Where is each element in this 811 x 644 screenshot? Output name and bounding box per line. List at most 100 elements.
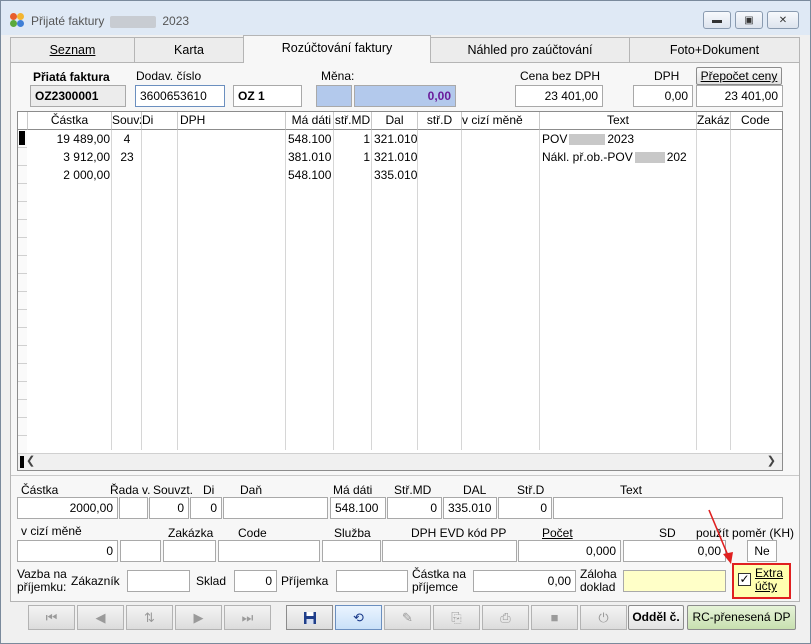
cell-di[interactable]	[142, 148, 178, 166]
row-selector[interactable]	[18, 382, 27, 400]
cell-cc-md[interactable]: 1	[334, 130, 372, 148]
detail-foreign-field[interactable]: 0	[17, 540, 118, 562]
save-icon[interactable]	[286, 605, 333, 630]
cell-di[interactable]	[142, 166, 178, 184]
detail-count-field[interactable]: 0,000	[518, 540, 621, 562]
copy-icon[interactable]: ⎘	[433, 605, 480, 630]
reverse-charge-button[interactable]: RC-přenesená DP	[687, 605, 796, 630]
detail-cc-md-field[interactable]: 0	[387, 497, 442, 519]
extra-accounts-checkbox[interactable]: ✓	[738, 573, 751, 586]
col-header-debit[interactable]: Má dáti	[286, 112, 334, 130]
cell-souvz[interactable]: 4	[112, 130, 142, 148]
cell-text[interactable]: Nákl. př.ob.-POV 202	[540, 148, 697, 166]
row-selector[interactable]	[18, 292, 27, 310]
previous-record-icon[interactable]: ◀	[77, 605, 124, 630]
detail-receipt-field[interactable]	[336, 570, 408, 592]
detail-foreign-currency-field[interactable]	[120, 540, 161, 562]
col-header-di[interactable]: Di	[142, 112, 178, 130]
detail-receipt-amount-field[interactable]: 0,00	[473, 570, 576, 592]
cell-di[interactable]	[142, 130, 178, 148]
cell-debit[interactable]: 548.100	[286, 130, 334, 148]
row-selector[interactable]	[18, 310, 27, 328]
col-header-dph[interactable]: DPH	[178, 112, 286, 130]
row-selector[interactable]	[18, 202, 27, 220]
detail-di-field[interactable]: 0	[190, 497, 222, 519]
col-header-code[interactable]: Code	[731, 112, 782, 130]
cell-souvz[interactable]: 23	[112, 148, 142, 166]
tab-rozuctovani[interactable]: Rozúčtování faktury	[243, 35, 431, 63]
tab-nahled[interactable]: Náhled pro zaúčtování	[430, 37, 630, 62]
cell-cc-d[interactable]	[418, 148, 462, 166]
col-header-souvz[interactable]: Souvz	[112, 112, 142, 130]
cell-cc-d[interactable]	[418, 130, 462, 148]
detail-code-field[interactable]	[218, 540, 320, 562]
detail-credit-field[interactable]: 335.010	[443, 497, 497, 519]
cell-cc-d[interactable]	[418, 166, 462, 184]
cell-foreign[interactable]	[462, 130, 540, 148]
detail-warehouse-field[interactable]: 0	[234, 570, 277, 592]
cell-credit[interactable]: 321.010	[372, 130, 418, 148]
row-selector[interactable]	[18, 256, 27, 274]
row-selector[interactable]	[18, 184, 27, 202]
detail-amount-field[interactable]: 2000,00	[17, 497, 118, 519]
row-selector[interactable]	[18, 328, 27, 346]
cell-amount[interactable]: 3 912,00	[28, 148, 112, 166]
recalc-price-button[interactable]: Přepočet ceny	[696, 67, 782, 85]
tab-karta[interactable]: Karta	[134, 37, 244, 62]
delete-record-icon[interactable]: ✎	[384, 605, 431, 630]
print-icon[interactable]: ⎙	[482, 605, 529, 630]
restore-button[interactable]: ▣	[735, 11, 763, 29]
accounting-grid[interactable]: Částka Souvz Di DPH Má dáti stř.MD Dal s…	[17, 111, 783, 471]
cell-cc-md[interactable]: 1	[334, 148, 372, 166]
cell-foreign[interactable]	[462, 166, 540, 184]
row-selector[interactable]	[18, 364, 27, 382]
col-header-cc-d[interactable]: stř.D	[418, 112, 462, 130]
currency-field[interactable]	[316, 85, 352, 107]
next-record-icon[interactable]: ▶	[175, 605, 222, 630]
separate-number-button[interactable]: Odděl č.	[628, 605, 684, 630]
detail-service-field[interactable]	[322, 540, 381, 562]
tab-foto-dokument[interactable]: Foto+Dokument	[629, 37, 800, 62]
close-button[interactable]: ✕	[767, 11, 799, 29]
col-header-foreign[interactable]: v cizí měně	[462, 112, 540, 130]
detail-souvz-field[interactable]: 0	[149, 497, 189, 519]
col-header-cc-md[interactable]: stř.MD	[334, 112, 372, 130]
cell-amount[interactable]: 2 000,00	[28, 166, 112, 184]
detail-text-field[interactable]	[553, 497, 783, 519]
row-selector[interactable]	[18, 400, 27, 418]
cell-debit[interactable]: 381.010	[286, 148, 334, 166]
cell-dph[interactable]	[178, 166, 286, 184]
row-selector[interactable]	[18, 418, 27, 436]
row-selector[interactable]	[18, 130, 27, 148]
first-record-icon[interactable]: ⏮	[28, 605, 75, 630]
row-selector[interactable]	[18, 436, 27, 454]
detail-vat-evd-field[interactable]	[382, 540, 517, 562]
cell-amount[interactable]: 19 489,00	[28, 130, 112, 148]
row-selector[interactable]	[18, 166, 27, 184]
cell-dph[interactable]	[178, 130, 286, 148]
row-selector[interactable]	[18, 346, 27, 364]
undo-icon[interactable]: ⟲	[335, 605, 382, 630]
detail-tax-field[interactable]	[223, 497, 328, 519]
cell-text[interactable]	[540, 166, 697, 184]
cell-dph[interactable]	[178, 148, 286, 166]
col-header-text[interactable]: Text	[540, 112, 697, 130]
row-selector[interactable]	[18, 220, 27, 238]
row-selector[interactable]	[18, 274, 27, 292]
cell-foreign[interactable]	[462, 148, 540, 166]
cell-credit[interactable]: 335.010	[372, 166, 418, 184]
detail-advance-field[interactable]	[623, 570, 726, 592]
row-selector[interactable]	[18, 238, 27, 256]
scroll-right-icon[interactable]: ❯	[767, 454, 776, 467]
col-header-order[interactable]: Zakázk	[697, 112, 731, 130]
tab-seznam[interactable]: Seznam	[10, 37, 135, 62]
minimize-button[interactable]: ▬	[703, 11, 731, 29]
scroll-left-icon[interactable]: ❮	[26, 454, 35, 467]
cell-text[interactable]: POV 2023	[540, 130, 697, 148]
cell-credit[interactable]: 321.010	[372, 148, 418, 166]
detail-ratio-field[interactable]: Ne	[747, 540, 777, 562]
stop-icon[interactable]: ■	[531, 605, 578, 630]
col-header-amount[interactable]: Částka	[28, 112, 112, 130]
series-field[interactable]: OZ 1	[233, 85, 302, 107]
detail-customer-field[interactable]	[127, 570, 190, 592]
